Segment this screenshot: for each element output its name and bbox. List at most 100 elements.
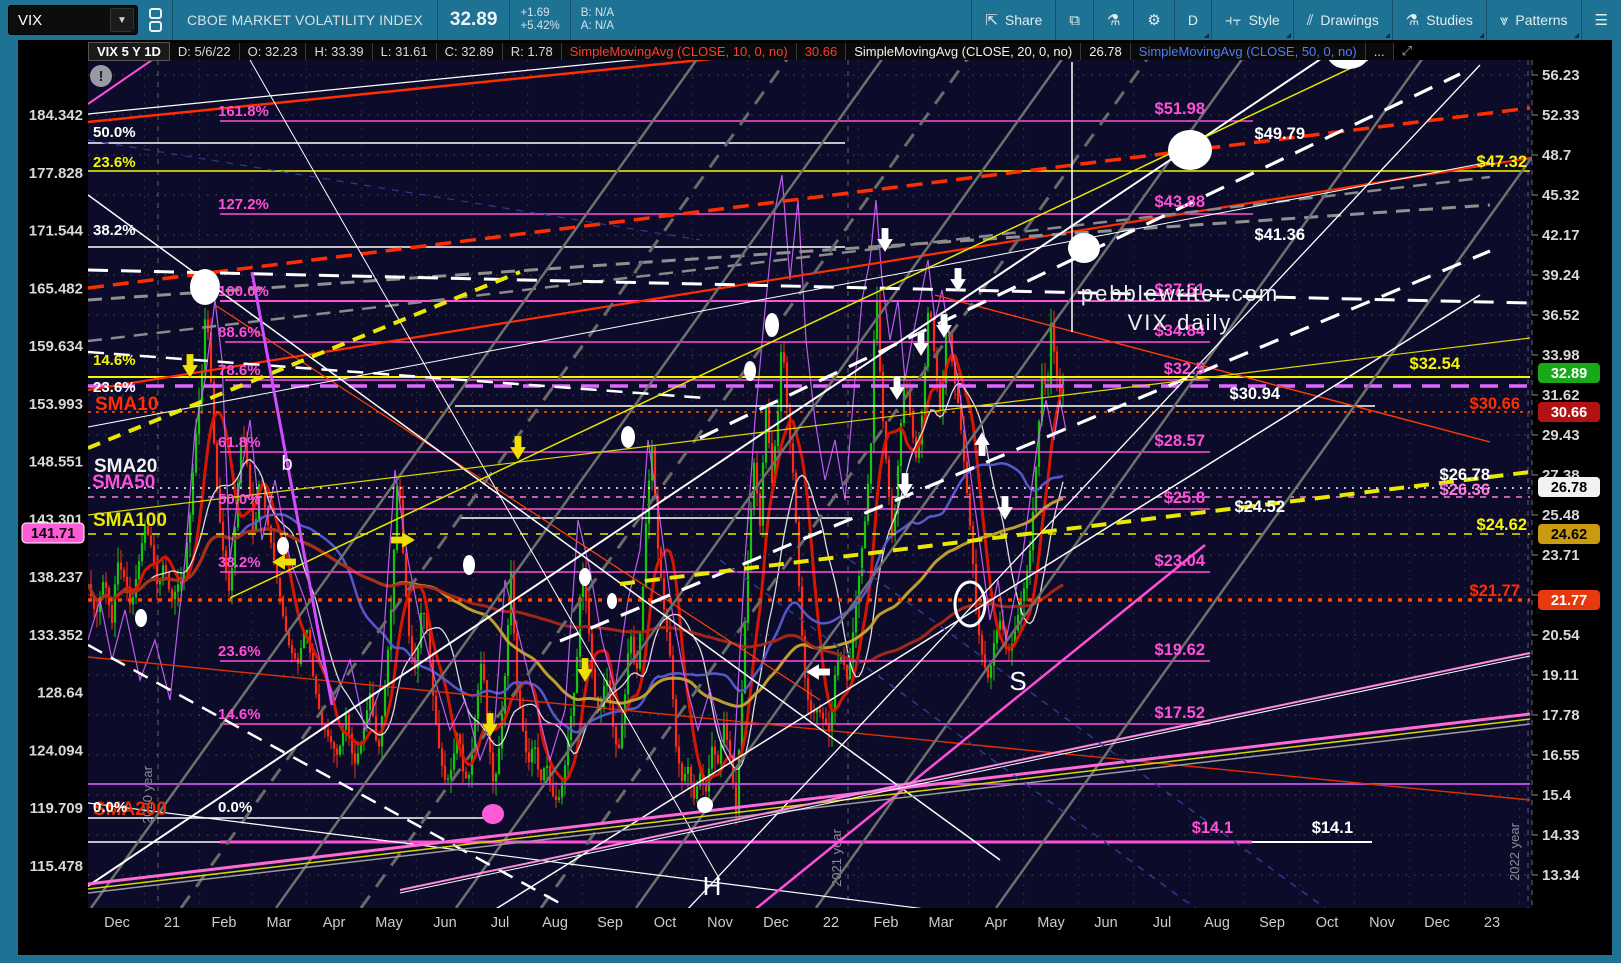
right-axis-label[interactable]: 52.33	[1542, 107, 1580, 124]
price-level-label[interactable]: $32.54	[1410, 355, 1461, 373]
right-axis-label[interactable]: 16.55	[1542, 747, 1580, 764]
x-axis-month-label[interactable]: 21	[164, 915, 180, 931]
right-axis-label[interactable]: 19.11	[1542, 667, 1579, 684]
x-axis-month-label[interactable]: Dec	[104, 915, 130, 931]
fib-level-label[interactable]: 161.8%	[218, 103, 269, 120]
right-axis-label[interactable]: 17.78	[1542, 707, 1580, 724]
right-axis-label[interactable]: 33.98	[1542, 347, 1580, 364]
x-axis-month-label[interactable]: Jul	[491, 915, 510, 931]
price-level-label[interactable]: $30.66	[1470, 395, 1520, 413]
fib-level-label[interactable]: 50.0%	[218, 491, 261, 508]
x-axis-month-label[interactable]: Dec	[763, 915, 789, 931]
left-axis-label[interactable]: 119.709	[30, 800, 83, 817]
study-sma50-label[interactable]: SimpleMovingAvg (CLOSE, 50, 0, no)	[1130, 42, 1366, 60]
plot-background[interactable]	[88, 60, 1532, 908]
ellipse-annotation[interactable]	[135, 609, 147, 627]
left-axis-label[interactable]: 184.342	[29, 107, 83, 124]
left-axis-label[interactable]: 133.352	[29, 627, 83, 644]
chart-canvas[interactable]: 2020 year 2021 year 2022 year b S H SMA10 SMA20…	[0, 0, 1621, 963]
price-level-label[interactable]: $28.57	[1155, 432, 1205, 450]
price-level-label[interactable]: $21.77	[1470, 582, 1520, 600]
ellipse-annotation[interactable]	[744, 361, 756, 381]
ellipse-annotation[interactable]	[277, 537, 289, 555]
right-axis-label[interactable]: 13.34	[1542, 867, 1580, 884]
fib-level-label[interactable]: 127.2%	[218, 196, 269, 213]
x-axis-month-label[interactable]: Jul	[1153, 915, 1172, 931]
x-axis-month-label[interactable]: Sep	[1259, 915, 1285, 931]
price-level-label[interactable]: $43.88	[1155, 193, 1205, 211]
right-axis-label[interactable]: 56.23	[1542, 67, 1580, 84]
fib-level-label[interactable]: 14.6%	[93, 352, 136, 369]
price-level-label[interactable]: $32.5	[1164, 360, 1205, 378]
ellipse-annotation[interactable]	[190, 269, 220, 305]
fib-level-label[interactable]: 23.6%	[218, 643, 261, 660]
x-axis-month-label[interactable]: Jun	[1094, 915, 1117, 931]
fib-level-label[interactable]: 0.0%	[218, 799, 252, 816]
right-axis-label[interactable]: 42.17	[1542, 227, 1580, 244]
price-level-label[interactable]: $19.62	[1155, 641, 1205, 659]
left-axis-label[interactable]: 159.634	[29, 338, 84, 355]
x-axis-month-label[interactable]: Nov	[707, 915, 734, 931]
sma-label[interactable]: SMA100	[93, 510, 167, 531]
right-axis-label[interactable]: 25.48	[1542, 507, 1580, 524]
studies-ellipsis[interactable]: ...	[1365, 42, 1394, 60]
fib-level-label[interactable]: 88.6%	[218, 324, 261, 341]
right-axis-label[interactable]: 45.32	[1542, 187, 1580, 204]
price-level-label[interactable]: $24.52	[1235, 498, 1285, 516]
fib-level-label[interactable]: 78.6%	[218, 362, 261, 379]
ellipse-annotation[interactable]	[621, 426, 635, 448]
price-level-label[interactable]: $47.32	[1477, 153, 1527, 171]
left-axis-label[interactable]: 124.094	[29, 742, 84, 759]
ellipse-annotation[interactable]	[579, 568, 591, 586]
x-axis-month-label[interactable]: Feb	[874, 915, 899, 931]
fib-level-label[interactable]: 14.6%	[218, 706, 261, 723]
right-axis-label[interactable]: 31.62	[1542, 387, 1580, 404]
price-level-label[interactable]: $24.62	[1477, 516, 1527, 534]
ellipse-annotation[interactable]	[697, 797, 713, 813]
x-axis-month-label[interactable]: Nov	[1369, 915, 1396, 931]
price-level-label[interactable]: $26.36	[1440, 481, 1490, 499]
right-axis-label[interactable]: 14.33	[1542, 827, 1580, 844]
right-axis-label[interactable]: 39.24	[1542, 267, 1580, 284]
x-axis-month-label[interactable]: Mar	[267, 915, 292, 931]
left-axis-label[interactable]: 128.64	[37, 685, 84, 702]
left-axis-label[interactable]: 177.828	[29, 165, 83, 182]
price-level-label[interactable]: $17.52	[1155, 704, 1205, 722]
ellipse-annotation[interactable]	[765, 313, 779, 337]
x-axis-month-label[interactable]: Mar	[929, 915, 954, 931]
price-level-label[interactable]: $14.1	[1312, 819, 1353, 837]
x-axis-month-label[interactable]: Feb	[212, 915, 237, 931]
fib-level-label[interactable]: 0.0%	[93, 799, 127, 816]
letter-annotation[interactable]: b	[281, 453, 292, 475]
left-axis-label[interactable]: 115.478	[30, 858, 83, 875]
letter-annotation[interactable]: S	[1009, 666, 1026, 696]
right-axis-label[interactable]: 23.71	[1542, 547, 1580, 564]
x-axis-month-label[interactable]: Sep	[597, 915, 623, 931]
price-level-label[interactable]: $51.98	[1155, 100, 1205, 118]
x-axis-month-label[interactable]: Aug	[542, 915, 568, 931]
x-axis-month-label[interactable]: Apr	[985, 915, 1008, 931]
left-axis-label[interactable]: 165.482	[29, 280, 83, 297]
fib-level-label[interactable]: 23.6%	[93, 379, 136, 396]
sma-label[interactable]: SMA50	[92, 472, 155, 493]
fib-level-label[interactable]: 100.0%	[218, 283, 269, 300]
letter-annotation[interactable]: H	[703, 871, 722, 901]
ellipse-annotation[interactable]	[482, 804, 504, 824]
left-axis-label[interactable]: 138.237	[29, 569, 83, 586]
x-axis-month-label[interactable]: May	[375, 915, 403, 931]
study-sma20-label[interactable]: SimpleMovingAvg (CLOSE, 20, 0, no)	[846, 42, 1082, 60]
left-axis-label[interactable]: 171.544	[29, 223, 84, 240]
fib-level-label[interactable]: 38.2%	[218, 554, 261, 571]
study-sma10-label[interactable]: SimpleMovingAvg (CLOSE, 10, 0, no)	[561, 42, 797, 60]
x-axis-month-label[interactable]: Aug	[1204, 915, 1230, 931]
fib-level-label[interactable]: 61.8%	[218, 434, 261, 451]
right-axis-label[interactable]: 29.43	[1542, 427, 1580, 444]
left-axis-label[interactable]: 148.551	[29, 454, 83, 471]
ellipse-annotation[interactable]	[1168, 130, 1212, 170]
x-axis-month-label[interactable]: May	[1037, 915, 1065, 931]
x-axis-month-label[interactable]: Jun	[433, 915, 456, 931]
price-level-label[interactable]: $41.36	[1255, 226, 1305, 244]
x-axis-month-label[interactable]: Apr	[323, 915, 346, 931]
expand-icon[interactable]: ⤢	[1402, 43, 1412, 59]
x-axis-month-label[interactable]: 23	[1484, 915, 1500, 931]
